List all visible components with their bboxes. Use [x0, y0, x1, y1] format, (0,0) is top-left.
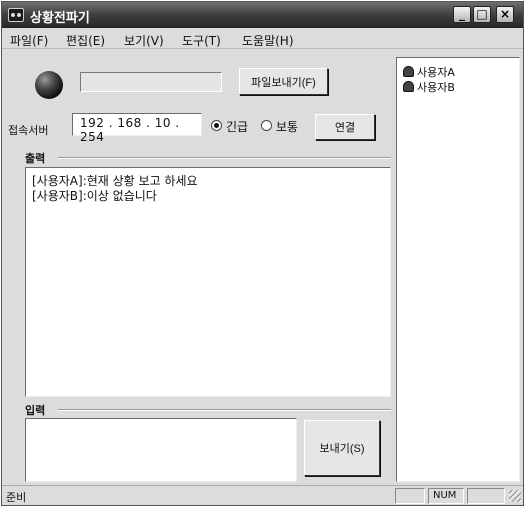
menu-tools[interactable]: 도구(T): [182, 32, 221, 49]
message-line: [사용자A]:현재 상황 보고 하세요: [32, 174, 198, 188]
output-label: 출력: [25, 152, 46, 165]
user-name: 사용자B: [417, 81, 455, 94]
user-icon: [403, 66, 414, 77]
user-list-item[interactable]: 사용자A: [403, 64, 455, 80]
input-label: 입력: [25, 404, 46, 417]
connect-button[interactable]: 연결: [315, 114, 375, 140]
server-ip-input[interactable]: 192 . 168 . 10 . 254: [72, 113, 202, 144]
output-divider: [58, 157, 391, 159]
chat-pane: 파일보내기(F) 접속서버 192 . 168 . 10 . 254 긴급 보통…: [8, 54, 391, 484]
menu-bar: 파일(F) 편집(E) 보기(V) 도구(T) 도움말(H): [2, 29, 523, 49]
send-file-button[interactable]: 파일보내기(F): [239, 68, 328, 95]
user-list[interactable]: 사용자A 사용자B: [396, 57, 520, 482]
minimize-button[interactable]: _: [453, 6, 471, 23]
globe-icon: [35, 71, 63, 99]
priority-urgent-radio[interactable]: [211, 120, 222, 131]
status-num-indicator: NUM: [428, 488, 464, 504]
menu-edit[interactable]: 편집(E): [66, 32, 105, 49]
menu-file[interactable]: 파일(F): [10, 32, 48, 49]
message-input[interactable]: [25, 418, 297, 482]
app-icon: [8, 8, 24, 22]
title-bar[interactable]: 상황전파기 _ □ ×: [2, 2, 523, 28]
menu-help[interactable]: 도움말(H): [242, 32, 294, 49]
status-text: 준비: [6, 491, 27, 504]
priority-urgent-label: 긴급: [226, 120, 249, 134]
server-label: 접속서버: [8, 124, 49, 137]
priority-normal-radio[interactable]: [261, 120, 272, 131]
user-name: 사용자A: [417, 66, 455, 79]
priority-normal-label: 보통: [276, 120, 299, 134]
user-icon: [403, 81, 414, 92]
status-panel-blank: [395, 488, 425, 504]
close-button[interactable]: ×: [496, 6, 514, 23]
status-bar: 준비 NUM: [2, 485, 523, 505]
message-line: [사용자B]:이상 없습니다: [32, 189, 157, 203]
resize-grip-icon[interactable]: [509, 490, 521, 502]
user-list-item[interactable]: 사용자B: [403, 79, 455, 95]
window-title: 상황전파기: [30, 11, 90, 26]
app-window: 상황전파기 _ □ × 파일(F) 편집(E) 보기(V) 도구(T) 도움말(…: [1, 1, 524, 506]
menu-view[interactable]: 보기(V): [124, 32, 164, 49]
output-log[interactable]: [사용자A]:현재 상황 보고 하세요 [사용자B]:이상 없습니다: [25, 167, 391, 397]
maximize-button[interactable]: □: [473, 6, 491, 23]
status-panel-blank: [467, 488, 505, 504]
transfer-progress-bar: [80, 72, 222, 92]
send-button[interactable]: 보내기(S): [304, 420, 380, 476]
input-divider: [58, 409, 391, 411]
